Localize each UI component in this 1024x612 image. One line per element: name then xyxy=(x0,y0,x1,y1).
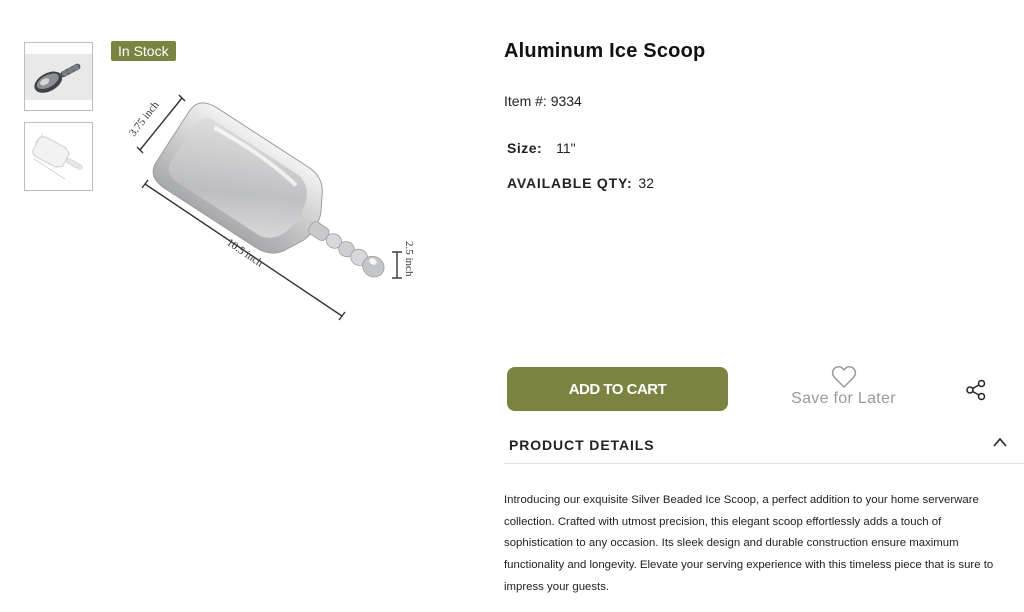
thumbnail-2[interactable] xyxy=(24,122,93,191)
item-number-row: Item #: 9334 xyxy=(504,93,582,109)
main-product-image: 3.75 inch 10.5 inch 2.5 inch xyxy=(120,80,430,330)
product-details-heading: PRODUCT DETAILS xyxy=(509,437,655,453)
share-icon xyxy=(966,379,986,401)
heart-icon xyxy=(831,366,856,388)
item-number-label: Item #: xyxy=(504,93,547,109)
size-row: Size: 11" xyxy=(507,140,576,156)
product-title: Aluminum Ice Scoop xyxy=(504,40,706,62)
chevron-up-icon xyxy=(993,437,1007,447)
add-to-cart-button[interactable]: ADD TO CART xyxy=(507,367,728,411)
scoop-thumbnail-image xyxy=(25,53,92,100)
product-details-toggle[interactable]: PRODUCT DETAILS xyxy=(504,428,1024,464)
width-dimension-label: 3.75 inch xyxy=(127,99,162,139)
available-qty-label: AVAILABLE QTY: xyxy=(507,175,633,191)
available-qty-value: 32 xyxy=(638,175,654,191)
available-qty-row: AVAILABLE QTY: 32 xyxy=(507,175,654,191)
in-stock-badge: In Stock xyxy=(111,41,176,61)
scoop-dimensions-thumbnail-image xyxy=(32,133,83,180)
product-description: Introducing our exquisite Silver Beaded … xyxy=(504,494,994,593)
scoop-illustration: 3.75 inch 10.5 inch 2.5 inch xyxy=(127,94,415,321)
height-dimension-label: 2.5 inch xyxy=(403,241,415,277)
share-button[interactable] xyxy=(965,379,987,401)
size-label: Size: xyxy=(507,140,543,156)
size-value: 11" xyxy=(556,140,576,156)
save-for-later-button[interactable]: Save for Later xyxy=(790,365,897,413)
item-number-value: 9334 xyxy=(550,93,582,109)
save-for-later-label: Save for Later xyxy=(791,390,896,407)
thumbnail-1[interactable] xyxy=(24,42,93,111)
